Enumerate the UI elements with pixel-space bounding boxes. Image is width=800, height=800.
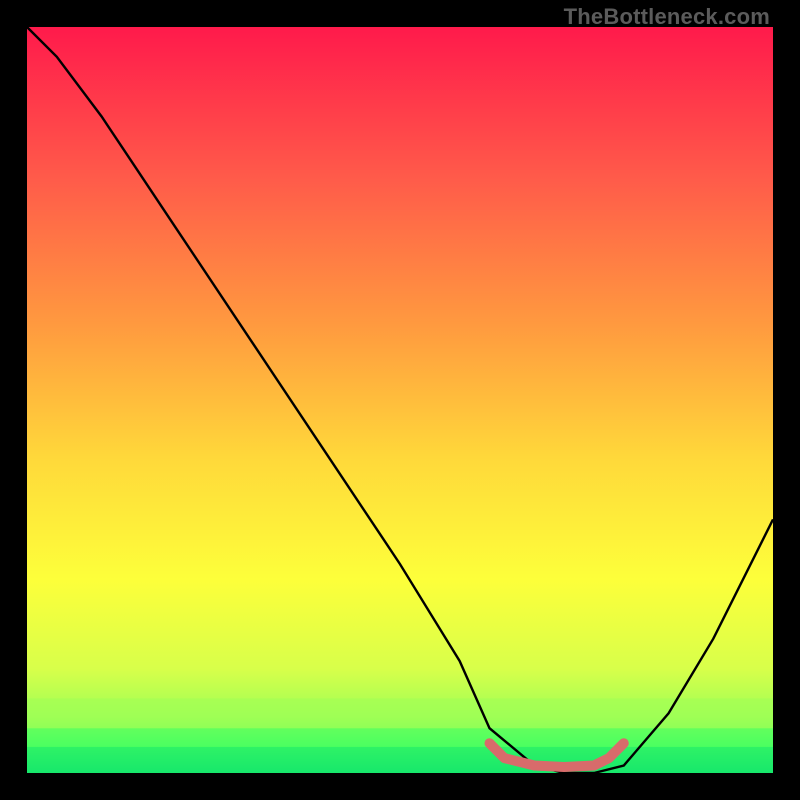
chart-frame xyxy=(27,27,773,773)
bottleneck-chart xyxy=(27,27,773,773)
gradient-background xyxy=(27,27,773,773)
green-bands xyxy=(27,698,773,773)
